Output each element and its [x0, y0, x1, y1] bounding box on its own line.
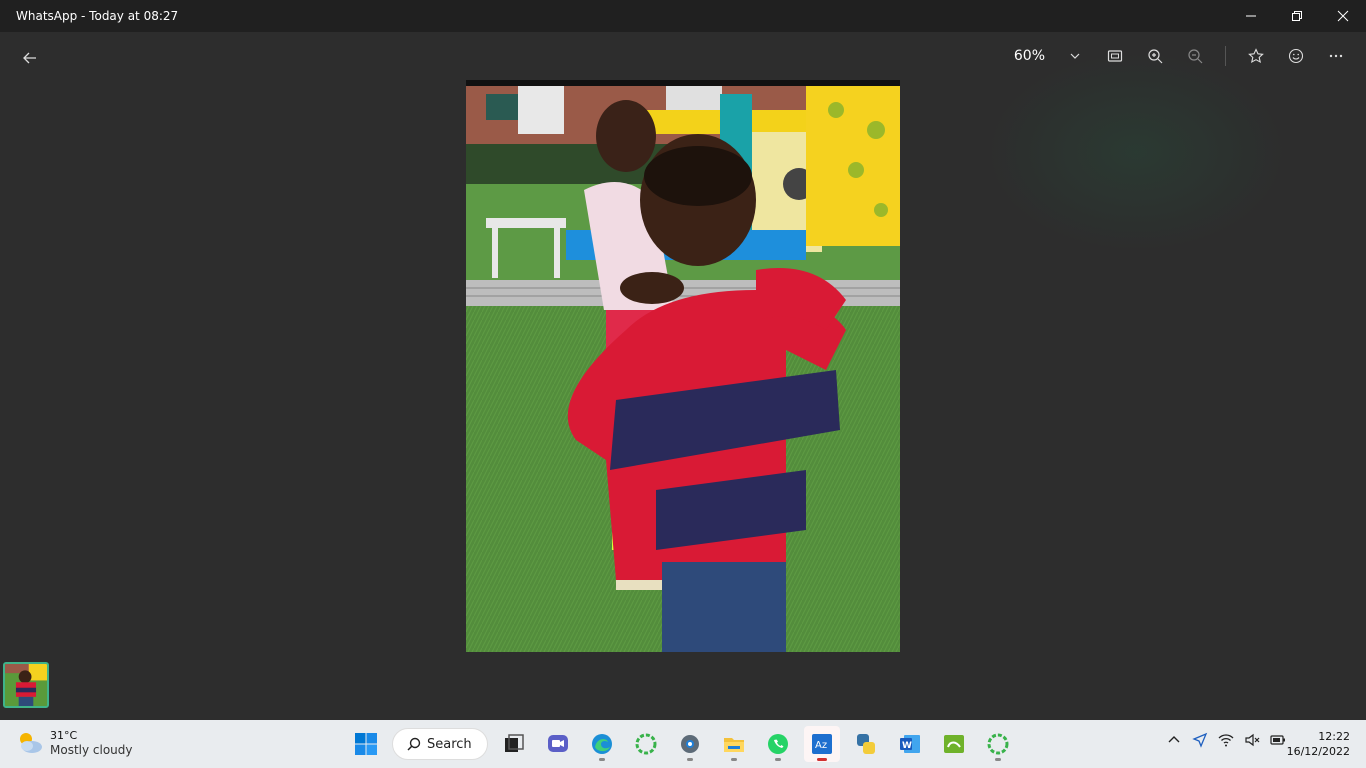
zoom-in-icon — [1148, 49, 1163, 64]
window-title: WhatsApp - Today at 08:27 — [16, 9, 179, 23]
green-ring-app-icon — [987, 733, 1009, 755]
speaker-muted-icon[interactable] — [1244, 732, 1260, 748]
fit-to-window-button[interactable] — [1101, 42, 1129, 70]
sims-app-icon — [944, 735, 964, 753]
back-arrow-icon — [23, 52, 36, 64]
back-button[interactable] — [16, 44, 44, 72]
system-clock[interactable]: 12:22 16/12/2022 — [1287, 729, 1350, 759]
star-icon — [1248, 48, 1264, 64]
viewer-toolbar: 60% — [1014, 42, 1350, 70]
close-button[interactable] — [1320, 0, 1366, 32]
clock-date: 16/12/2022 — [1286, 745, 1350, 758]
python-icon — [857, 734, 875, 754]
teams-chat-button[interactable] — [540, 726, 576, 762]
partly-cloudy-icon — [20, 733, 42, 753]
zoom-out-button[interactable] — [1181, 42, 1209, 70]
restore-icon — [1292, 11, 1302, 21]
zoom-out-icon — [1188, 49, 1203, 64]
settings-button[interactable] — [672, 726, 708, 762]
system-tray — [1166, 732, 1286, 748]
weather-temperature: 31°C — [50, 729, 78, 742]
clock-time: 12:22 — [1318, 730, 1350, 743]
azure-app-icon: Az — [812, 734, 832, 754]
more-options-button[interactable] — [1322, 42, 1350, 70]
chevron-up-icon[interactable] — [1166, 732, 1182, 748]
zoom-dropdown-button[interactable] — [1061, 42, 1089, 70]
smiley-icon — [1288, 48, 1304, 64]
photo-image — [466, 80, 900, 652]
svg-text:W: W — [902, 741, 912, 751]
word-button[interactable]: W — [892, 726, 928, 762]
battery-icon[interactable] — [1270, 732, 1286, 748]
whatsapp-icon — [768, 734, 788, 754]
minimize-icon — [1246, 15, 1256, 17]
green-ring-app-icon — [635, 733, 657, 755]
windows-start-icon — [355, 733, 377, 755]
folder-icon — [724, 738, 744, 752]
taskbar-search[interactable]: Search — [392, 728, 488, 760]
teams-chat-icon — [548, 735, 568, 752]
settings-gear-icon — [681, 735, 699, 753]
title-bar: WhatsApp - Today at 08:27 — [0, 0, 1366, 32]
weather-condition: Mostly cloudy — [50, 743, 133, 757]
more-horizontal-icon — [1329, 54, 1343, 58]
green-ring-app-button-2[interactable] — [980, 726, 1016, 762]
taskbar: 31°C Mostly cloudy Search Az W 12:22 16/… — [0, 720, 1366, 768]
task-view-button[interactable] — [496, 726, 532, 762]
zoom-level[interactable]: 60% — [1014, 48, 1045, 64]
photo-thumbnail[interactable] — [3, 662, 49, 708]
restore-button[interactable] — [1274, 0, 1320, 32]
edge-icon — [592, 734, 612, 754]
fit-screen-icon — [1107, 50, 1123, 62]
pinned-apps: Search Az W — [348, 724, 1016, 764]
whatsapp-button[interactable] — [760, 726, 796, 762]
thumbnail-image — [5, 664, 47, 706]
zoom-in-button[interactable] — [1141, 42, 1169, 70]
start-button[interactable] — [348, 726, 384, 762]
weather-widget[interactable]: 31°C Mostly cloudy — [16, 728, 133, 758]
azure-data-studio-button[interactable]: Az — [804, 726, 840, 762]
minimize-button[interactable] — [1228, 0, 1274, 32]
location-arrow-icon[interactable] — [1192, 732, 1208, 748]
edge-button[interactable] — [584, 726, 620, 762]
search-label: Search — [427, 736, 472, 752]
wifi-icon[interactable] — [1218, 732, 1234, 748]
sims-app-button[interactable] — [936, 726, 972, 762]
task-view-icon — [505, 734, 524, 752]
word-icon: W — [900, 735, 920, 753]
file-explorer-button[interactable] — [716, 726, 752, 762]
green-ring-app-button[interactable] — [628, 726, 664, 762]
feedback-button[interactable] — [1282, 42, 1310, 70]
close-icon — [1337, 10, 1349, 22]
python-button[interactable] — [848, 726, 884, 762]
favorite-button[interactable] — [1242, 42, 1270, 70]
svg-text:Az: Az — [815, 740, 827, 751]
chevron-down-icon — [1070, 53, 1080, 59]
photo-viewer: 60% — [0, 32, 1366, 720]
displayed-photo — [466, 80, 900, 652]
search-icon — [407, 737, 421, 751]
